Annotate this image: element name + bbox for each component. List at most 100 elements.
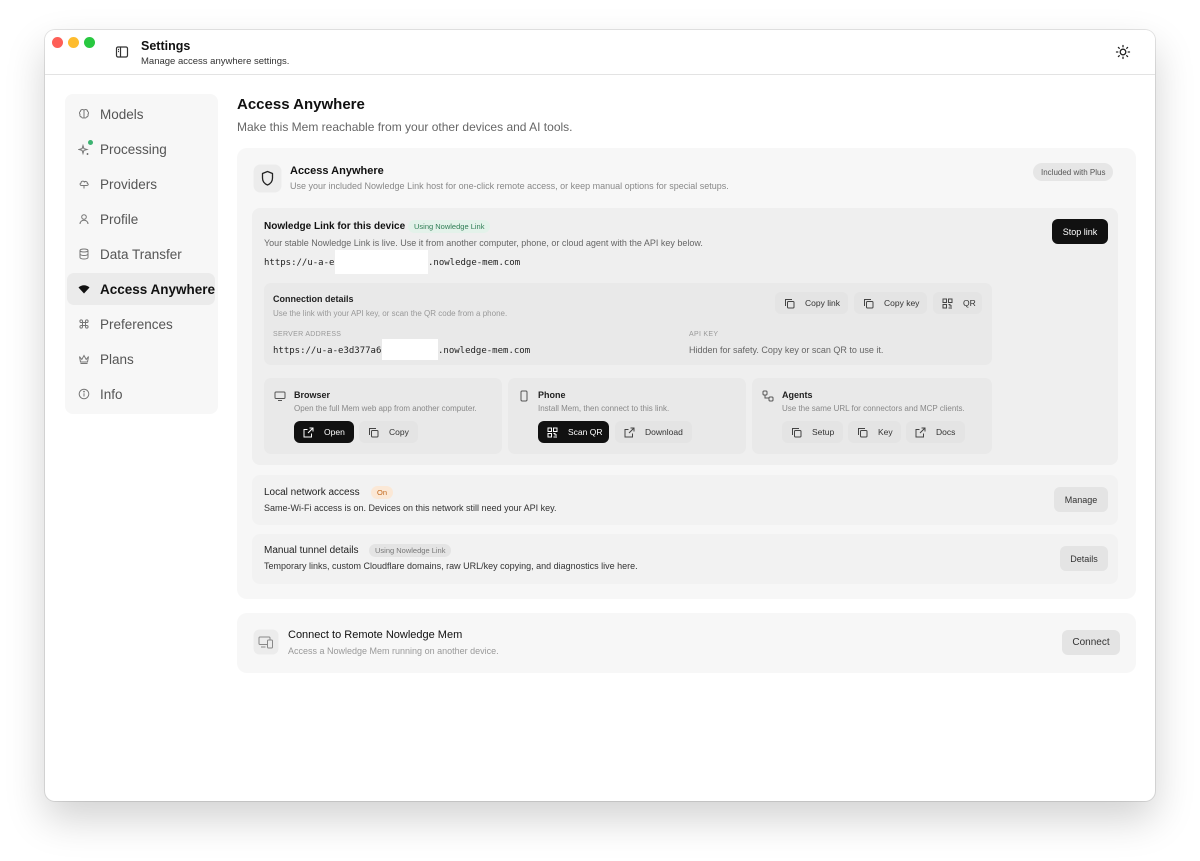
sidebar-toggle-icon[interactable] bbox=[115, 45, 129, 59]
close-window-button[interactable] bbox=[52, 37, 63, 48]
agents-tile: Agents Use the same URL for connectors a… bbox=[752, 378, 992, 454]
shield-icon bbox=[253, 164, 282, 193]
sidebar-item-models[interactable]: Models bbox=[67, 98, 215, 130]
info-icon bbox=[78, 388, 90, 400]
open-button[interactable]: Open bbox=[294, 421, 354, 443]
sidebar-item-processing[interactable]: Processing bbox=[67, 133, 215, 165]
qr-code-icon bbox=[547, 427, 558, 437]
sidebar-item-label: Providers bbox=[100, 176, 158, 192]
key-button[interactable]: Key bbox=[848, 421, 901, 443]
access-card-title: Access Anywhere bbox=[290, 165, 384, 177]
remote-title: Connect to Remote Nowledge Mem bbox=[288, 629, 463, 641]
link-description: Your stable Nowledge Link is live. Use i… bbox=[264, 238, 703, 248]
sparkle-icon bbox=[77, 140, 93, 156]
copy-link-button[interactable]: Copy link bbox=[775, 292, 848, 314]
download-button[interactable]: Download bbox=[615, 421, 692, 443]
maximize-window-button[interactable] bbox=[84, 37, 95, 48]
local-network-title: Local network access bbox=[264, 487, 360, 498]
external-link-icon bbox=[624, 427, 635, 437]
phone-tile: Phone Install Mem, then connect to this … bbox=[508, 378, 746, 454]
setup-button[interactable]: Setup bbox=[782, 421, 843, 443]
setup-label: Setup bbox=[812, 427, 835, 437]
connection-description: Use the link with your API key, or scan … bbox=[273, 309, 508, 318]
crown-icon bbox=[79, 354, 89, 364]
sidebar-item-label: Data Transfer bbox=[100, 246, 182, 262]
copy-link-label: Copy link bbox=[805, 298, 840, 308]
access-anywhere-card: Access Anywhere Use your included Nowled… bbox=[237, 148, 1136, 599]
connect-button[interactable]: Connect bbox=[1062, 630, 1120, 655]
server-address-redaction bbox=[382, 339, 438, 360]
sidebar-item-label: Access Anywhere bbox=[100, 281, 216, 297]
key-label: Key bbox=[878, 427, 893, 437]
connection-title: Connection details bbox=[273, 294, 354, 304]
copy-icon bbox=[858, 427, 868, 437]
copy-key-button[interactable]: Copy key bbox=[854, 292, 927, 314]
copy-url-button[interactable]: Copy bbox=[359, 421, 418, 443]
minimize-window-button[interactable] bbox=[68, 37, 79, 48]
sidebar-item-label: Models bbox=[100, 106, 144, 122]
agents-icon bbox=[762, 390, 774, 402]
url-redaction bbox=[335, 250, 428, 274]
qr-label: QR bbox=[963, 298, 976, 308]
copy-label: Copy bbox=[389, 427, 409, 437]
window-title: Settings bbox=[141, 39, 191, 53]
devices-icon bbox=[253, 629, 279, 655]
link-url-prefix: https://u-a-e bbox=[264, 258, 335, 268]
status-dot bbox=[88, 140, 93, 145]
server-address-prefix: https://u-a-e3d377a6 bbox=[273, 346, 382, 356]
sidebar-item-label: Preferences bbox=[100, 316, 173, 332]
remote-connect-card: Connect to Remote Nowledge Mem Access a … bbox=[237, 613, 1136, 673]
qr-code-icon bbox=[942, 298, 953, 308]
details-button[interactable]: Details bbox=[1060, 546, 1108, 571]
command-icon bbox=[79, 319, 89, 329]
sidebar-item-label: Profile bbox=[100, 211, 139, 227]
qr-button[interactable]: QR bbox=[933, 292, 982, 314]
settings-window: Settings Manage access anywhere settings… bbox=[45, 30, 1155, 801]
manual-tunnel-description: Temporary links, custom Cloudflare domai… bbox=[264, 561, 638, 571]
sidebar-item-providers[interactable]: Providers bbox=[67, 168, 215, 200]
copy-icon bbox=[792, 427, 802, 437]
monitor-icon bbox=[274, 391, 286, 401]
agents-description: Use the same URL for connectors and MCP … bbox=[782, 404, 965, 413]
sidebar-item-access-anywhere[interactable]: Access Anywhere bbox=[67, 273, 215, 305]
phone-description: Install Mem, then connect to this link. bbox=[538, 404, 670, 413]
server-address-label: SERVER ADDRESS bbox=[273, 331, 342, 338]
scan-qr-label: Scan QR bbox=[568, 427, 603, 437]
manage-button[interactable]: Manage bbox=[1054, 487, 1108, 512]
title-bar: Settings Manage access anywhere settings… bbox=[45, 30, 1155, 75]
api-key-value: Hidden for safety. Copy key or scan QR t… bbox=[689, 345, 884, 355]
nowledge-link-panel: Nowledge Link for this device Using Nowl… bbox=[252, 208, 1118, 465]
sidebar-item-profile[interactable]: Profile bbox=[67, 203, 215, 235]
user-icon bbox=[79, 214, 89, 225]
access-card-description: Use your included Nowledge Link host for… bbox=[290, 181, 729, 191]
api-key-label: API KEY bbox=[689, 331, 719, 338]
sidebar: Models Processing Providers Profile Data… bbox=[65, 94, 218, 414]
copy-key-label: Copy key bbox=[884, 298, 920, 308]
sidebar-item-label: Processing bbox=[100, 141, 167, 157]
external-link-icon bbox=[915, 427, 926, 437]
external-link-icon bbox=[303, 427, 314, 437]
open-label: Open bbox=[324, 427, 345, 437]
remote-description: Access a Nowledge Mem running on another… bbox=[288, 646, 499, 656]
page-subtitle: Make this Mem reachable from your other … bbox=[237, 120, 573, 134]
phone-title: Phone bbox=[538, 390, 566, 400]
agents-title: Agents bbox=[782, 390, 813, 400]
window-subtitle: Manage access anywhere settings. bbox=[141, 56, 290, 67]
copy-icon bbox=[785, 298, 795, 308]
docs-button[interactable]: Docs bbox=[906, 421, 965, 443]
local-network-badge: On bbox=[371, 486, 394, 499]
link-url-suffix: .nowledge-mem.com bbox=[428, 258, 521, 268]
sidebar-item-plans[interactable]: Plans bbox=[67, 343, 215, 375]
manual-tunnel-row: Manual tunnel details Using Nowledge Lin… bbox=[252, 534, 1118, 584]
sidebar-item-data-transfer[interactable]: Data Transfer bbox=[67, 238, 215, 270]
sidebar-item-info[interactable]: Info bbox=[67, 378, 215, 410]
local-network-row: Local network access On Same-Wi-Fi acces… bbox=[252, 475, 1118, 525]
docs-label: Docs bbox=[936, 427, 956, 437]
sun-icon[interactable] bbox=[1115, 44, 1131, 60]
plan-badge: Included with Plus bbox=[1033, 163, 1114, 181]
link-status-badge: Using Nowledge Link bbox=[408, 220, 491, 233]
stop-link-button[interactable]: Stop link bbox=[1052, 219, 1108, 244]
sidebar-item-preferences[interactable]: Preferences bbox=[67, 308, 215, 340]
scan-qr-button[interactable]: Scan QR bbox=[538, 421, 609, 443]
browser-description: Open the full Mem web app from another c… bbox=[294, 404, 477, 413]
